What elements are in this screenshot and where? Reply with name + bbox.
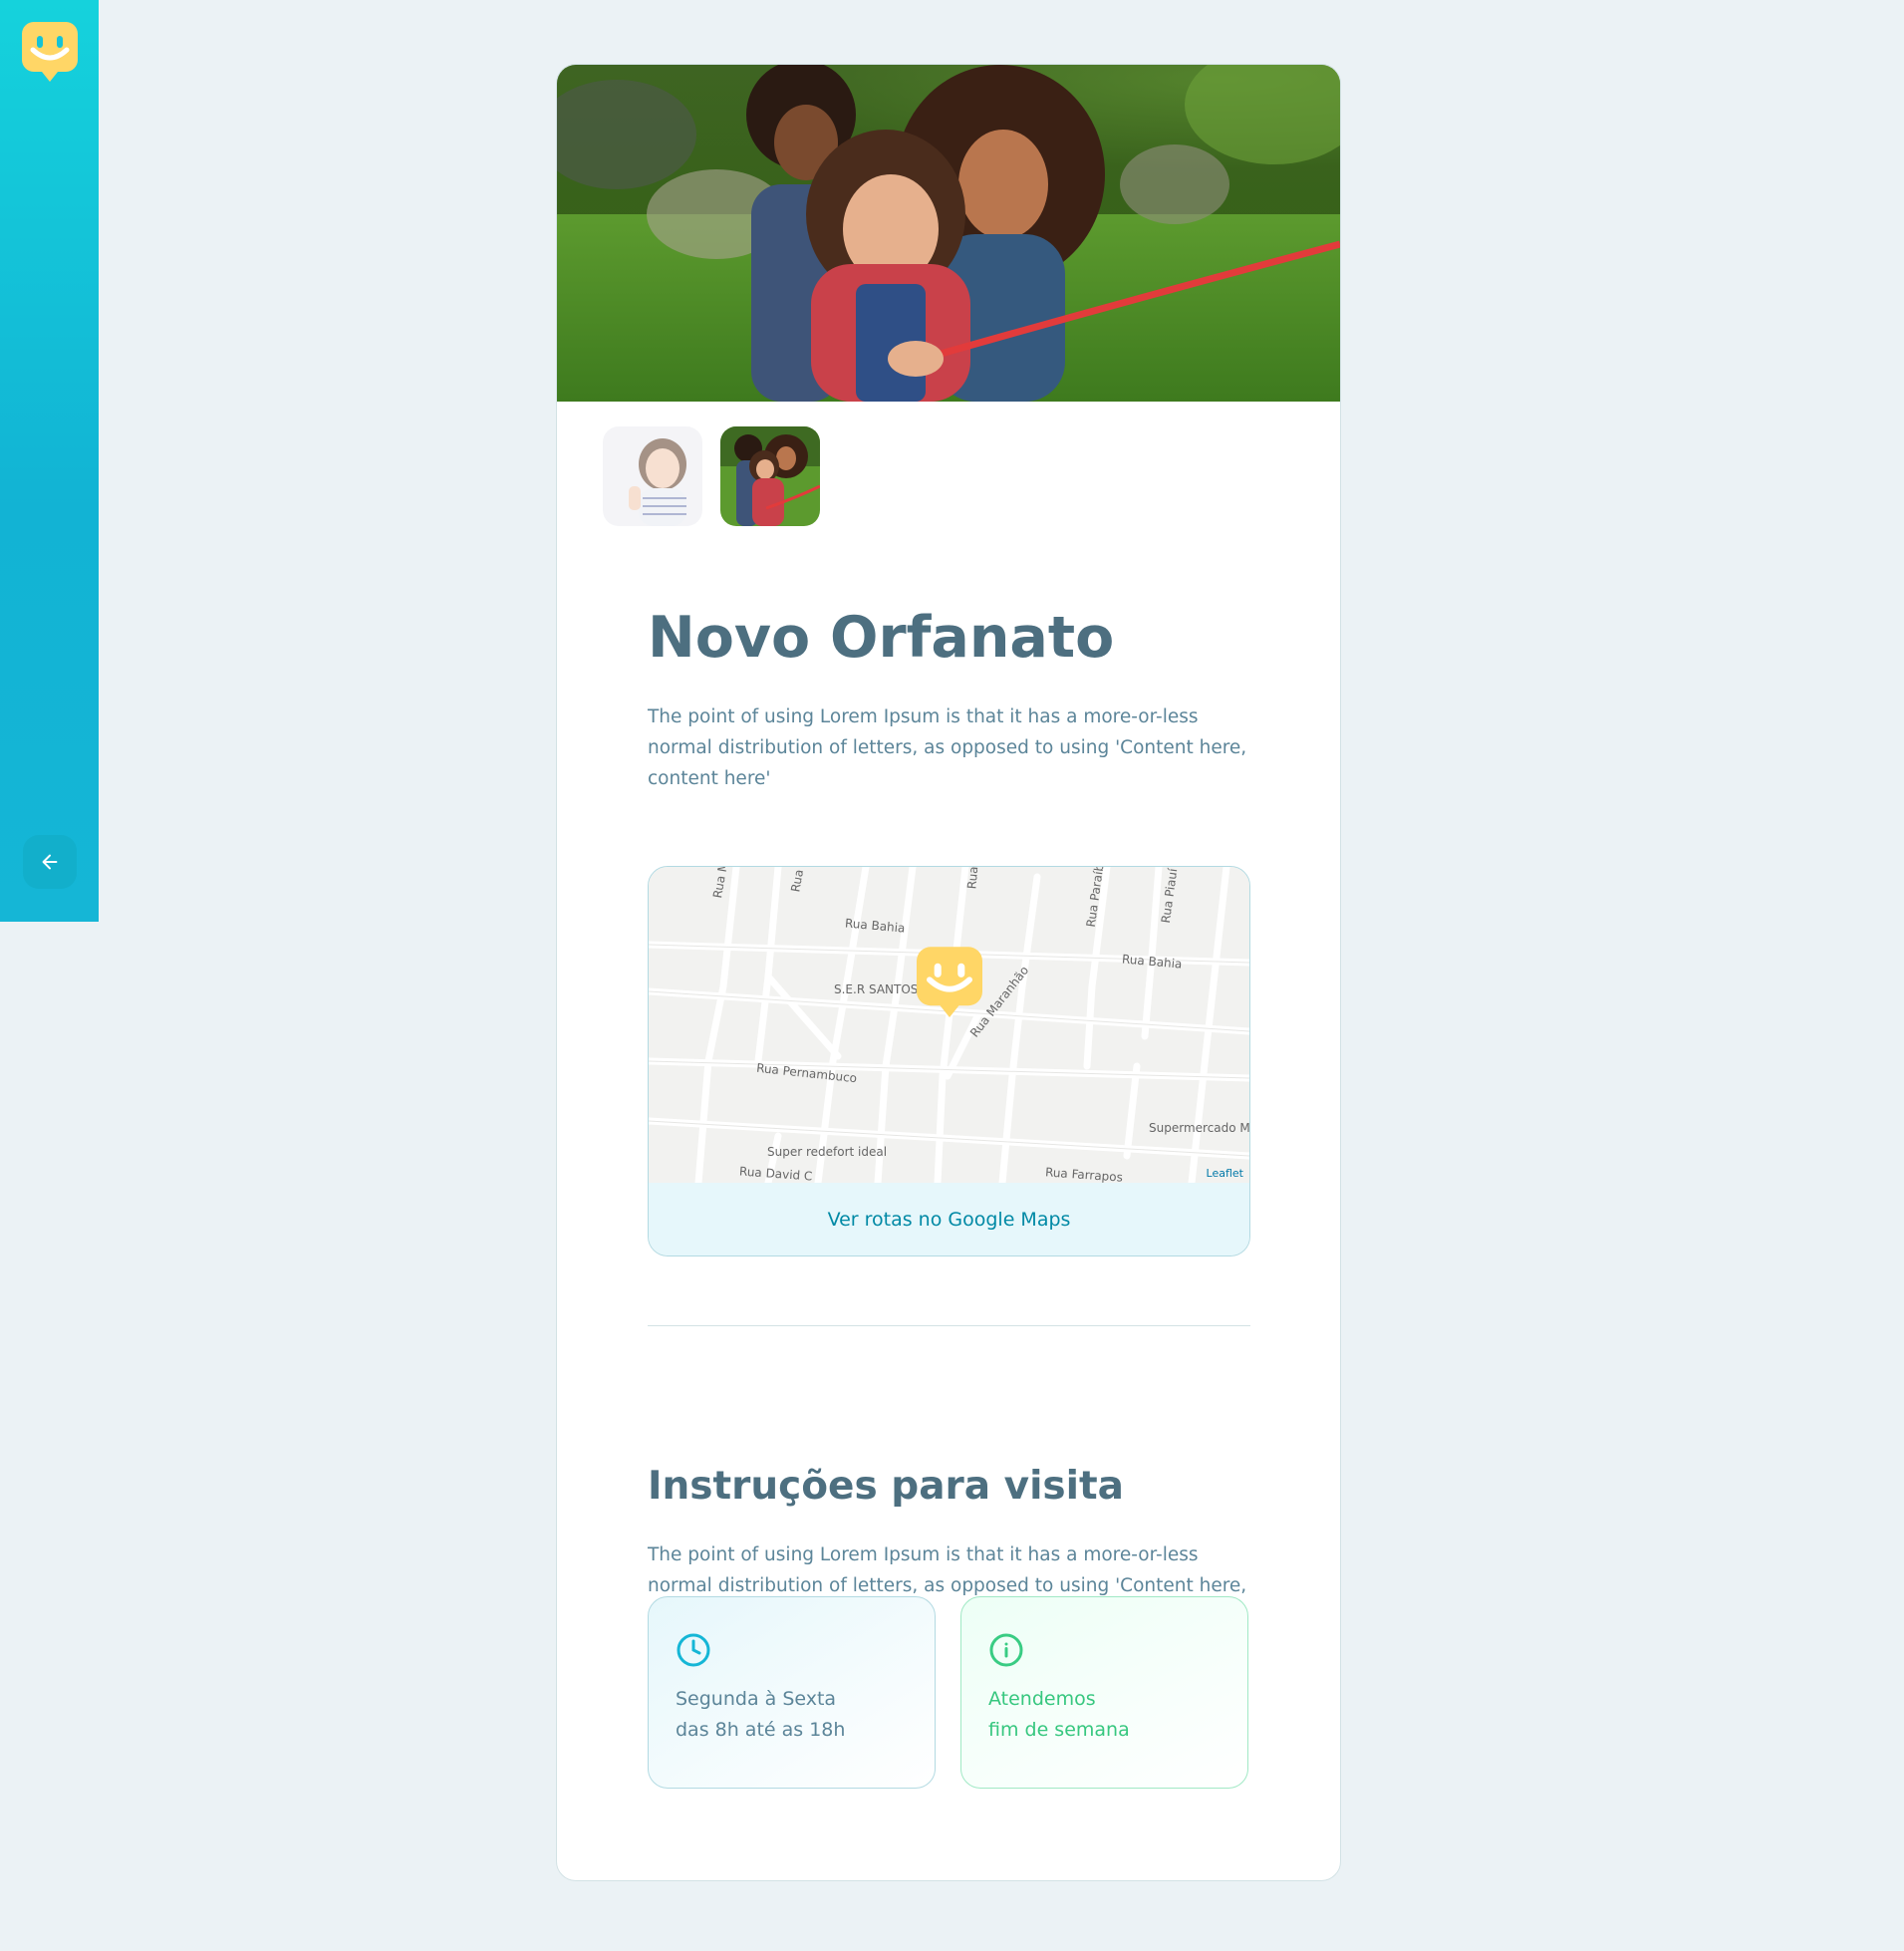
weekend-line-1: Atendemos [988, 1688, 1096, 1710]
image-gallery [603, 426, 820, 526]
gallery-thumbnail[interactable] [603, 426, 702, 526]
weekend-info-card: Atendemos fim de semana [960, 1596, 1248, 1789]
street-label: Rua David C [738, 1164, 813, 1184]
street-label: Rua Pernambuco [755, 1060, 858, 1086]
sidebar [0, 0, 99, 922]
street-label: Rua Bahia [844, 916, 906, 936]
orphanage-details-card: Novo Orfanato The point of using Lorem I… [556, 64, 1341, 1881]
girl-thumbs-up-image [603, 426, 702, 526]
street-label: Rua Bahia [1121, 952, 1183, 972]
arrow-left-icon [42, 854, 57, 870]
location-map[interactable]: Rua Minas Gerais Rua São Rua Ce Rua Para… [648, 866, 1250, 1256]
visit-instructions-title: Instruções para visita [648, 1464, 1124, 1509]
google-maps-route-link[interactable]: Ver rotas no Google Maps [649, 1183, 1249, 1255]
children-playing-image [720, 426, 820, 526]
street-label: Rua Paraíba [1083, 866, 1108, 929]
map-attribution[interactable]: Leaflet [1207, 1167, 1243, 1180]
street-label: Rua Minas Gerais [710, 867, 742, 899]
place-label: S.E.R SANTOS [834, 982, 919, 996]
map-marker-icon[interactable] [917, 947, 982, 1026]
opening-hours: das 8h até as 18h [676, 1719, 846, 1741]
street-label: Rua Piauí [1158, 867, 1181, 925]
opening-days: Segunda à Sexta [676, 1688, 837, 1710]
street-label: Rua São [788, 866, 811, 894]
place-label: Super redefort ideal [767, 1145, 888, 1159]
gallery-thumbnail[interactable] [720, 426, 820, 526]
clock-icon [677, 1633, 710, 1667]
happy-marker-logo-icon [21, 22, 78, 86]
opening-hours-card: Segunda à Sexta das 8h até as 18h [648, 1596, 936, 1789]
place-label: Supermercado M [1149, 1121, 1250, 1135]
orphanage-about: The point of using Lorem Ipsum is that i… [648, 706, 1247, 789]
weekend-line-2: fim de semana [988, 1719, 1130, 1741]
info-icon [989, 1633, 1023, 1667]
back-button[interactable] [22, 835, 77, 889]
street-label: Rua Ce [964, 866, 982, 890]
street-label: Rua Farrapos [1044, 1165, 1124, 1185]
orphanage-name: Novo Orfanato [648, 605, 1115, 671]
section-divider [648, 1325, 1250, 1326]
hero-photo [557, 65, 1340, 402]
